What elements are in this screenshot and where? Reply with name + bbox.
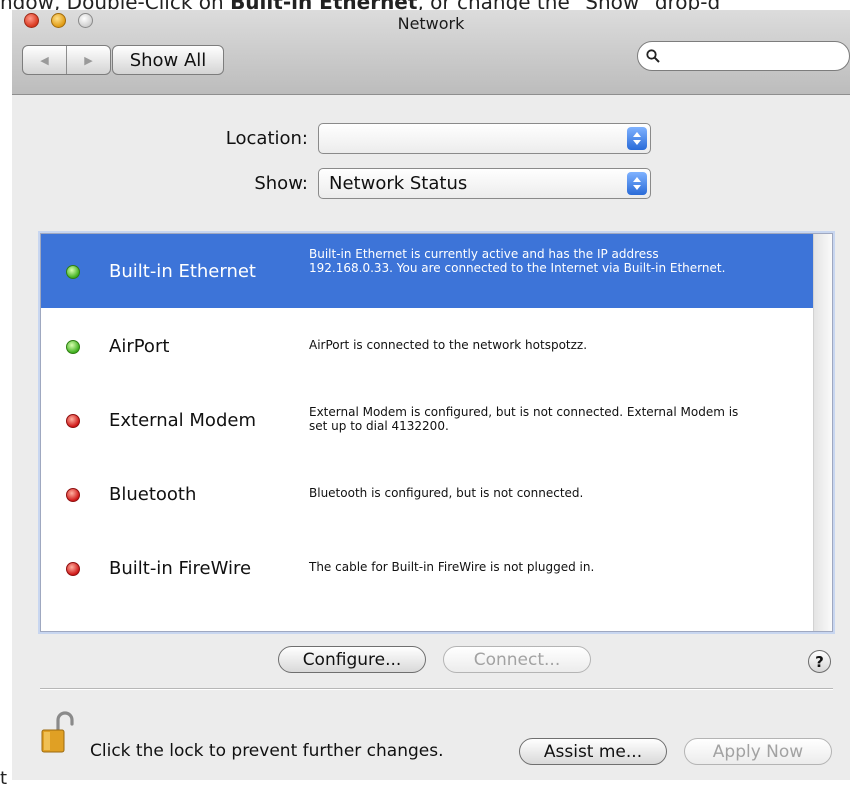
footer-separator xyxy=(40,688,833,690)
forward-button[interactable]: ▶ xyxy=(66,46,110,74)
connect-button[interactable]: Connect... xyxy=(443,646,591,673)
back-arrow-icon: ◀ xyxy=(40,53,49,67)
status-active-icon xyxy=(66,265,80,279)
service-name: AirPort xyxy=(109,336,170,357)
window-title: Network xyxy=(397,14,465,33)
search-field[interactable] xyxy=(637,41,850,71)
back-forward-control: ◀ ▶ xyxy=(22,45,111,75)
popup-arrows-icon xyxy=(627,127,647,150)
service-name: Built-in FireWire xyxy=(109,558,252,579)
search-input[interactable] xyxy=(666,46,840,66)
service-row-built-in-firewire[interactable]: Built-in FireWire The cable for Built-in… xyxy=(41,530,813,604)
status-active-icon xyxy=(66,340,80,354)
service-name: External Modem xyxy=(109,410,256,431)
trailing-caption-text: t xyxy=(0,768,8,789)
show-value: Network Status xyxy=(329,173,468,194)
service-name: Built-in Ethernet xyxy=(109,261,256,282)
service-description: AirPort is connected to the network hots… xyxy=(309,338,588,352)
back-button[interactable]: ◀ xyxy=(23,46,66,74)
status-inactive-icon xyxy=(66,414,80,428)
unlocked-padlock-icon[interactable] xyxy=(40,710,74,754)
configure-button[interactable]: Configure... xyxy=(278,646,426,673)
list-scrollbar[interactable] xyxy=(813,234,832,631)
magnifier-icon xyxy=(646,49,660,63)
service-row-external-modem[interactable]: External Modem External Modem is configu… xyxy=(41,382,813,456)
lock-status-text: Click the lock to prevent further change… xyxy=(90,741,444,761)
network-preferences-window: Network ◀ ▶ Show All Location: Show: Net… xyxy=(12,10,850,780)
status-inactive-icon xyxy=(66,488,80,502)
window-toolbar: Network ◀ ▶ Show All xyxy=(12,10,850,95)
show-all-button[interactable]: Show All xyxy=(112,45,224,75)
popup-arrows-icon xyxy=(627,172,647,195)
service-description: Built-in Ethernet is currently active an… xyxy=(309,247,726,275)
service-description: The cable for Built-in FireWire is not p… xyxy=(309,560,595,574)
location-label: Location: xyxy=(225,128,308,149)
service-name: Bluetooth xyxy=(109,484,197,505)
service-row-bluetooth[interactable]: Bluetooth Bluetooth is configured, but i… xyxy=(41,456,813,530)
show-popup[interactable]: Network Status xyxy=(318,168,651,199)
assist-me-button[interactable]: Assist me... xyxy=(519,738,667,765)
status-inactive-icon xyxy=(66,562,80,576)
network-services-list[interactable]: Built-in Ethernet Built-in Ethernet is c… xyxy=(40,233,833,632)
show-label: Show: xyxy=(254,173,308,194)
service-row-built-in-ethernet[interactable]: Built-in Ethernet Built-in Ethernet is c… xyxy=(41,234,813,308)
service-description: External Modem is configured, but is not… xyxy=(309,405,739,433)
help-button[interactable]: ? xyxy=(808,650,831,673)
forward-arrow-icon: ▶ xyxy=(84,53,93,67)
apply-now-button[interactable]: Apply Now xyxy=(684,738,832,765)
service-description: Bluetooth is configured, but is not conn… xyxy=(309,486,584,500)
service-row-airport[interactable]: AirPort AirPort is connected to the netw… xyxy=(41,308,813,382)
location-popup[interactable] xyxy=(318,123,651,154)
